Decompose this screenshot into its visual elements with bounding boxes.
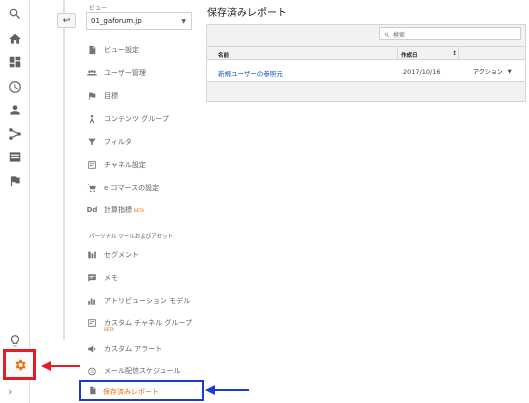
clock-icon[interactable]: [7, 79, 23, 95]
admin-gear-button[interactable]: [3, 349, 36, 380]
menu-custom-channel-groups[interactable]: カスタム チャネル グループ: [86, 316, 192, 330]
table-header: 名前 作成日 ↕: [207, 46, 525, 60]
menu-user-management[interactable]: ユーザー管理: [86, 66, 146, 80]
menu-notes[interactable]: メモ: [86, 271, 118, 285]
users-icon: [86, 68, 98, 78]
chevron-right-icon[interactable]: ›: [8, 385, 12, 398]
beta-badge: BETA: [134, 207, 145, 213]
menu-label: 目標: [104, 92, 118, 100]
menu-scheduled-emails[interactable]: メール配信スケジュール: [86, 364, 181, 378]
search-placeholder: 検索: [393, 32, 406, 39]
search-icon[interactable]: [7, 6, 23, 22]
menu-filters[interactable]: フィルタ: [86, 135, 132, 149]
action-label: アクション: [473, 69, 503, 76]
menu-label: ビュー設定: [104, 46, 139, 54]
table-row: 新規ユーザーの参照元 2017/10/16 アクション ▼: [207, 60, 525, 82]
acquisition-icon[interactable]: [7, 126, 23, 142]
view-label: ビュー: [89, 5, 108, 12]
megaphone-icon: [86, 344, 98, 354]
column-header-name[interactable]: 名前: [218, 51, 229, 59]
menu-custom-alerts[interactable]: カスタム アラート: [86, 342, 162, 356]
flag-icon[interactable]: [7, 173, 23, 189]
menu-label: アトリビューション モデル: [104, 297, 191, 305]
table-footer: [207, 83, 525, 101]
cart-icon: [86, 183, 98, 193]
divider: [63, 0, 65, 340]
bar-chart-icon: [86, 296, 98, 306]
beta-badge: BETA: [104, 327, 115, 332]
menu-goals[interactable]: 目標: [86, 89, 118, 103]
menu-label: ユーザー管理: [104, 69, 146, 77]
calculated-metric-icon: Dd: [86, 206, 98, 214]
view-select[interactable]: 01_gaforum.jp ▼: [86, 12, 192, 30]
menu-channel-settings[interactable]: チャネル設定: [86, 158, 146, 172]
content-group-icon: [86, 114, 98, 124]
search-icon: [384, 32, 390, 37]
menu-content-groups[interactable]: コンテンツ グループ: [86, 112, 169, 126]
menu-label: フィルタ: [104, 138, 132, 146]
channel-icon: [86, 160, 98, 170]
action-menu[interactable]: アクション ▼: [473, 67, 512, 77]
menu-saved-reports[interactable]: 保存済みレポート: [88, 386, 159, 397]
person-icon[interactable]: [7, 102, 23, 118]
document-icon: [88, 386, 103, 397]
home-icon[interactable]: [7, 31, 23, 47]
search-input[interactable]: 検索: [379, 27, 521, 40]
menu-ecommerce-settings[interactable]: e コマースの設定: [86, 181, 159, 195]
dashboard-icon[interactable]: [7, 54, 23, 70]
column-header-created[interactable]: 作成日: [401, 51, 418, 59]
note-icon: [86, 273, 98, 283]
sort-icon[interactable]: ↕: [452, 50, 457, 57]
gear-icon: [15, 359, 26, 371]
menu-label: 保存済みレポート: [103, 387, 159, 396]
menu-segments[interactable]: セグメント: [86, 248, 139, 262]
report-created-date: 2017/10/16: [403, 68, 441, 76]
segment-icon: [86, 250, 98, 260]
flag-icon: [86, 91, 98, 101]
blue-annotation-arrow: [205, 385, 249, 395]
menu-label: コンテンツ グループ: [104, 115, 169, 123]
menu-label: カスタム アラート: [104, 345, 163, 353]
report-name-link[interactable]: 新規ユーザーの参照元: [218, 68, 283, 78]
custom-channel-icon: [86, 318, 98, 328]
menu-label: メール配信スケジュール: [104, 367, 181, 375]
menu-label: e コマースの設定: [104, 184, 160, 192]
back-arrow-icon: ↩: [62, 15, 71, 26]
left-rail: ›: [0, 0, 30, 403]
page-title: 保存済みレポート: [207, 8, 287, 19]
menu-attribution-models[interactable]: アトリビューション モデル: [86, 294, 190, 308]
lightbulb-icon[interactable]: [7, 333, 23, 349]
red-annotation-arrow: [41, 361, 80, 371]
menu-label: カスタム チャネル グループ: [104, 319, 192, 327]
chevron-down-icon: ▼: [181, 18, 186, 25]
behavior-icon[interactable]: [7, 149, 23, 165]
view-select-value: 01_gaforum.jp: [91, 17, 142, 25]
menu-calculated-metrics[interactable]: Dd 計算指標 BETA: [86, 203, 145, 217]
divider: [397, 47, 398, 59]
document-icon: [86, 45, 98, 55]
menu-label: 計算指標: [104, 206, 132, 214]
menu-view-settings[interactable]: ビュー設定: [86, 43, 139, 57]
menu-label: メモ: [104, 274, 118, 282]
filter-icon: [86, 137, 98, 147]
divider: [458, 47, 459, 59]
section-label: パーソナル ツールおよびアセット: [89, 234, 174, 240]
chevron-down-icon: ▼: [507, 68, 512, 75]
alarm-icon: [86, 366, 98, 376]
menu-label: セグメント: [104, 251, 139, 259]
menu-label: チャネル設定: [104, 161, 146, 169]
back-button[interactable]: ↩: [57, 13, 76, 28]
